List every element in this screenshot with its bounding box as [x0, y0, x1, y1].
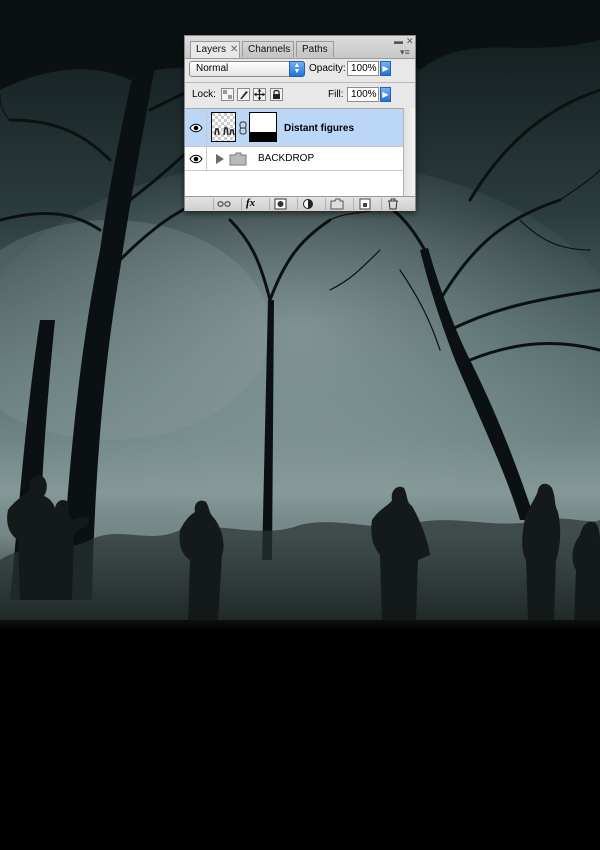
layer-row-backdrop[interactable]: BACKDROP [185, 147, 403, 171]
layer-row-distant-figures[interactable]: Distant figures [185, 109, 403, 147]
lock-transparency-icon[interactable] [221, 88, 234, 101]
layers-list: Distant figures BACKDROP [185, 108, 403, 197]
visibility-toggle[interactable] [185, 147, 207, 170]
blend-mode-value: Normal [196, 63, 229, 74]
layer-name: BACKDROP [258, 153, 315, 164]
opacity-label: Opacity: [309, 63, 346, 74]
fill-slider-button[interactable]: ▶ [380, 87, 391, 102]
half-circle-icon [303, 199, 313, 209]
panel-tab-bar: Layers ✕ Channels Paths ▬ ✕ ▾≡ [185, 36, 415, 59]
tab-channels-label: Channels [248, 44, 291, 55]
mask-icon [274, 198, 287, 210]
updown-arrows-icon: ▲ ▼ [289, 61, 305, 77]
transparency-checker-icon [212, 113, 235, 141]
layer-thumbnail [211, 112, 236, 142]
trash-icon [388, 198, 398, 210]
layer-mask-thumbnail[interactable] [249, 112, 277, 142]
fx-icon: fx [246, 197, 256, 209]
link-layers-button[interactable] [213, 198, 235, 210]
tab-channels[interactable]: Channels [242, 41, 294, 57]
folder-icon [330, 198, 344, 210]
folder-icon [229, 152, 247, 166]
delete-layer-button[interactable] [381, 198, 403, 210]
padlock-icon [273, 89, 280, 99]
link-chain-icon[interactable] [239, 121, 247, 135]
panel-menu-icon[interactable]: ▾≡ [400, 48, 410, 57]
checker-icon [223, 90, 232, 99]
expand-triangle-icon[interactable] [215, 153, 225, 165]
blend-row: Normal ▲ ▼ Opacity: 100% ▶ [188, 59, 414, 81]
divider [185, 82, 415, 83]
lock-image-icon[interactable] [237, 88, 250, 101]
new-layer-button[interactable] [353, 198, 375, 210]
opacity-input[interactable]: 100% [347, 61, 379, 76]
adjustment-layer-button[interactable] [297, 198, 319, 210]
minimize-icon[interactable]: ▬ [394, 37, 403, 46]
link-icon [217, 201, 231, 207]
fill-input[interactable]: 100% [347, 87, 379, 102]
visibility-toggle[interactable] [185, 109, 207, 146]
layers-panel: Layers ✕ Channels Paths ▬ ✕ ▾≡ Normal ▲ ▼ … [184, 35, 416, 211]
move-arrows-icon [254, 89, 265, 100]
eye-icon [189, 123, 203, 133]
layer-name: Distant figures [284, 123, 355, 134]
layer-style-button[interactable]: fx [241, 198, 263, 210]
fill-label: Fill: [328, 89, 344, 100]
layers-scrollbar[interactable] [403, 108, 415, 196]
lock-label: Lock: [192, 89, 216, 100]
new-group-button[interactable] [325, 198, 347, 210]
tab-paths[interactable]: Paths [296, 41, 334, 57]
opacity-slider-button[interactable]: ▶ [380, 61, 391, 76]
lock-all-icon[interactable] [270, 88, 283, 101]
blend-mode-select[interactable]: Normal ▲ ▼ [189, 61, 305, 77]
tab-layers-label: Layers [196, 44, 227, 55]
close-panel-icon[interactable]: ✕ [406, 37, 414, 46]
tab-paths-label: Paths [302, 44, 328, 55]
brush-icon [240, 91, 248, 99]
add-mask-button[interactable] [269, 198, 291, 210]
layers-bottom-toolbar: fx [185, 196, 415, 211]
eye-icon [189, 154, 203, 164]
tab-layers[interactable]: Layers ✕ [190, 41, 240, 58]
new-page-icon [359, 198, 371, 210]
lock-position-icon[interactable] [253, 88, 266, 101]
close-tab-icon[interactable]: ✕ [230, 44, 238, 55]
mask-black-region [250, 132, 276, 141]
